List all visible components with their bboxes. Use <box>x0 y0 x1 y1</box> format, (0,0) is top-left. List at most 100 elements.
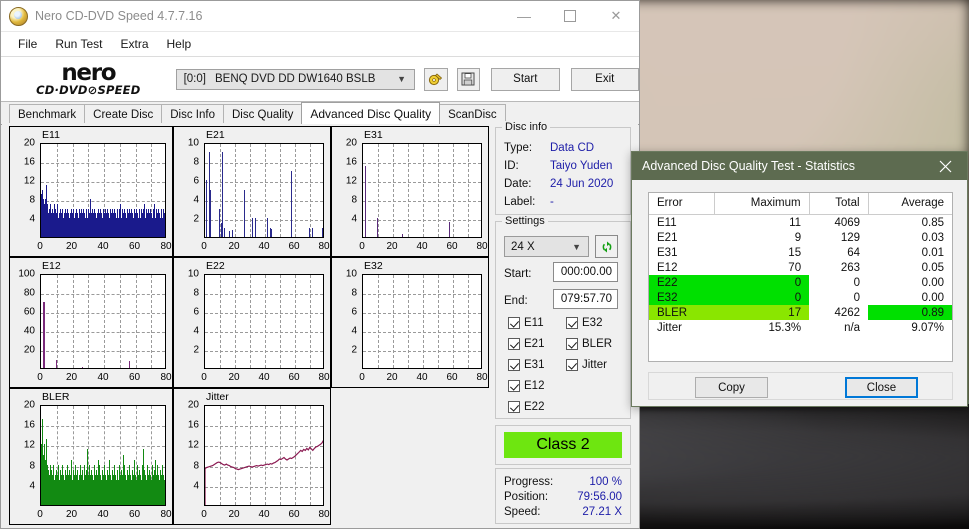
checkbox-icon <box>508 380 520 392</box>
save-button[interactable] <box>456 67 481 91</box>
x-axis-tick: 20 <box>228 509 240 520</box>
menu-item-run-test[interactable]: Run Test <box>46 34 111 54</box>
x-axis-tick: 80 <box>160 372 172 383</box>
data-spike <box>448 221 450 237</box>
tab-scandisc[interactable]: ScanDisc <box>439 104 506 124</box>
y-axis-tick: 2 <box>351 344 357 356</box>
statistics-table: Error Maximum Total Average E11 11 4069 0.8… <box>649 193 952 335</box>
tab-create-disc[interactable]: Create Disc <box>84 104 163 124</box>
x-axis-tick: 60 <box>128 372 141 383</box>
progress-value: 100 % <box>589 476 622 488</box>
x-axis-tick: 80 <box>160 509 172 520</box>
cell-error: BLER <box>649 305 715 320</box>
cell-error: E12 <box>657 261 678 274</box>
checkbox-e12[interactable]: E12 <box>508 380 544 392</box>
table-row[interactable]: BLER 17 4262 0.89 <box>649 305 952 320</box>
chevron-down-icon: ▼ <box>397 74 407 84</box>
cell-total: n/a <box>844 321 861 334</box>
column-header-error: Error <box>649 193 715 215</box>
checkbox-bler-label: BLER <box>582 338 613 350</box>
copy-button[interactable]: Copy <box>695 377 768 398</box>
menu-item-file[interactable]: File <box>9 34 46 54</box>
y-axis-tick: 20 <box>23 399 35 411</box>
end-field[interactable]: 079:57.70 <box>553 289 618 309</box>
plot-area <box>204 274 324 369</box>
disc-tool-button[interactable] <box>424 67 448 91</box>
close-dialog-button[interactable]: Close <box>845 377 918 398</box>
progress-box: Progress: 100 % Position: 79:56.00 Speed… <box>495 468 631 524</box>
checkbox-e22-label: E22 <box>524 401 545 413</box>
close-icon <box>939 160 951 172</box>
y-axis-tick: 10 <box>187 137 199 149</box>
x-axis-tick: 0 <box>201 372 207 383</box>
data-spike <box>55 360 58 368</box>
data-bar <box>165 209 166 238</box>
tab-disc-info[interactable]: Disc Info <box>161 104 224 124</box>
data-spike <box>311 227 313 237</box>
chart-title: E31 <box>364 129 383 141</box>
maximize-button[interactable] <box>547 1 593 31</box>
checkbox-e21[interactable]: E21 <box>508 338 544 350</box>
end-field-value: 079:57.70 <box>560 293 612 305</box>
table-row[interactable]: E22 0 0 0.00 <box>649 275 952 290</box>
statistics-close-button[interactable] <box>923 152 967 180</box>
table-row[interactable]: Jitter 15.3% n/a 9.07% <box>649 320 952 335</box>
cell-average: 0.00 <box>921 276 944 289</box>
cell-maximum: 15.3% <box>768 321 802 334</box>
checkbox-e12-label: E12 <box>524 380 545 392</box>
start-button[interactable]: Start <box>491 67 560 91</box>
tab-advanced-disc-quality[interactable]: Advanced Disc Quality <box>301 102 441 124</box>
drive-select[interactable]: [0:0] BENQ DVD DD DW1640 BSLB ▼ <box>175 68 416 90</box>
table-row[interactable]: E11 11 4069 0.85 <box>649 215 952 231</box>
cell-average: 0.89 <box>868 305 952 320</box>
cell-total: 0 <box>853 291 861 304</box>
checkbox-icon <box>508 338 520 350</box>
table-row[interactable]: E31 15 64 0.01 <box>649 245 952 260</box>
menu-item-help[interactable]: Help <box>158 34 201 54</box>
data-spike <box>251 218 253 237</box>
exit-button[interactable]: Exit <box>570 67 639 91</box>
chart-title: E21 <box>206 129 225 141</box>
quality-class-box: Class 2 <box>495 425 631 465</box>
data-spike <box>223 227 225 237</box>
y-axis-tick: 8 <box>351 287 357 299</box>
checkbox-e31[interactable]: E31 <box>508 359 544 371</box>
table-row[interactable]: E12 70 263 0.05 <box>649 260 952 275</box>
nero-main-window: Nero CD-DVD Speed 4.7.7.16 — ✕ File Run … <box>0 0 640 529</box>
minimize-button[interactable]: — <box>501 1 547 31</box>
disc-info-key-date: Date: <box>504 178 532 190</box>
y-axis-tick: 20 <box>187 399 199 411</box>
plot-area <box>40 143 166 238</box>
tab-benchmark[interactable]: Benchmark <box>9 104 86 124</box>
data-layer <box>205 144 323 237</box>
y-axis-tick: 4 <box>193 325 199 337</box>
checkbox-jitter-label: Jitter <box>582 359 607 371</box>
refresh-button[interactable] <box>595 235 618 258</box>
x-axis-tick: 40 <box>97 241 109 252</box>
y-axis-tick: 10 <box>187 268 199 280</box>
line-series <box>205 439 323 505</box>
table-row[interactable]: E32 0 0 0.00 <box>649 290 952 305</box>
cell-maximum: 70 <box>788 261 802 274</box>
y-axis-tick: 6 <box>193 306 199 318</box>
checkbox-e22[interactable]: E22 <box>508 401 544 413</box>
cell-total: 64 <box>847 246 861 259</box>
start-field[interactable]: 000:00.00 <box>553 262 618 282</box>
tab-disc-quality[interactable]: Disc Quality <box>223 104 303 124</box>
checkbox-e11[interactable]: E11 <box>508 317 544 329</box>
data-layer <box>41 275 165 368</box>
chart-title: E22 <box>206 260 225 272</box>
floppy-save-icon <box>461 72 475 86</box>
close-button[interactable]: ✕ <box>593 1 639 31</box>
x-axis-tick: 40 <box>258 509 270 520</box>
checkbox-jitter[interactable]: Jitter <box>566 359 607 371</box>
checkbox-bler[interactable]: BLER <box>566 338 612 350</box>
table-row[interactable]: E21 9 129 0.03 <box>649 230 952 245</box>
speed-select[interactable]: 24 X ▼ <box>504 236 589 257</box>
statistics-title: Advanced Disc Quality Test - Statistics <box>642 159 856 173</box>
y-axis-tick: 20 <box>23 137 35 149</box>
x-axis-tick: 0 <box>37 372 43 383</box>
checkbox-e32[interactable]: E32 <box>566 317 602 329</box>
y-axis-tick: 4 <box>193 480 199 492</box>
menu-item-extra[interactable]: Extra <box>111 34 157 54</box>
